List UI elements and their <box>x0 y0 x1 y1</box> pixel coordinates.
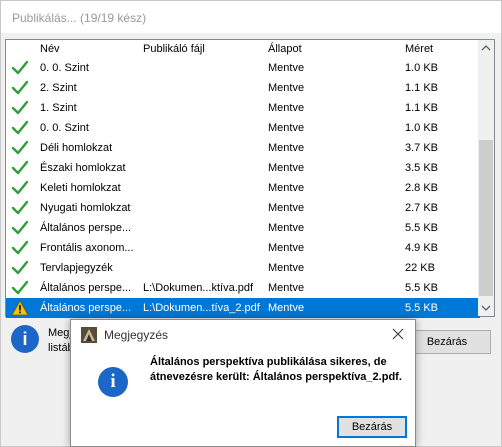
row-size: 3.5 KB <box>405 162 439 174</box>
row-name: Általános perspe... <box>40 282 132 294</box>
publish-list[interactable]: Név Publikáló fájl Állapot Méret 0. 0. S… <box>5 39 495 318</box>
check-icon <box>11 220 29 236</box>
table-row[interactable]: Északi homlokzat Mentve 3.5 KB <box>6 158 480 178</box>
row-name: Déli homlokzat <box>40 142 113 154</box>
row-state: Mentve <box>268 202 305 214</box>
row-name: Általános perspe... <box>40 302 132 314</box>
row-size: 1.0 KB <box>405 122 439 134</box>
row-name: 1. Szint <box>40 102 77 114</box>
row-name: 0. 0. Szint <box>40 62 89 74</box>
table-row[interactable]: Nyugati homlokzat Mentve 2.7 KB <box>6 198 480 218</box>
vertical-scrollbar[interactable] <box>478 40 494 316</box>
row-state: Mentve <box>268 82 305 94</box>
check-icon <box>11 60 29 76</box>
row-state: Mentve <box>268 142 305 154</box>
check-icon <box>11 100 29 116</box>
table-row[interactable]: Frontális axonom... Mentve 4.9 KB <box>6 238 480 258</box>
row-name: 2. Szint <box>40 82 77 94</box>
row-name: Nyugati homlokzat <box>40 202 131 214</box>
list-header: Név Publikáló fájl Állapot Méret <box>6 40 480 58</box>
table-row[interactable]: Tervlapjegyzék Mentve 22 KB <box>6 258 480 278</box>
dialog-titlebar: Megjegyzés <box>71 320 415 349</box>
row-size: 2.7 KB <box>405 202 439 214</box>
row-state: Mentve <box>268 282 305 294</box>
row-size: 1.1 KB <box>405 82 439 94</box>
column-header-file[interactable]: Publikáló fájl <box>143 43 205 55</box>
row-name: Tervlapjegyzék <box>40 262 113 274</box>
close-icon[interactable] <box>390 326 406 342</box>
info-icon: i <box>11 325 39 353</box>
table-row[interactable]: Általános perspe... L:\Dokumen...ktíva.pd… <box>6 278 480 298</box>
row-name: Keleti homlokzat <box>40 182 121 194</box>
row-size: 22 KB <box>405 262 435 274</box>
check-icon <box>11 120 29 136</box>
row-name: 0. 0. Szint <box>40 122 89 134</box>
close-button[interactable]: Bezárás <box>403 330 491 354</box>
dialog-message: Általános perspektíva publikálása sikere… <box>150 356 402 383</box>
scroll-up-arrow-icon[interactable] <box>478 40 494 57</box>
warning-icon <box>11 300 29 316</box>
row-state: Mentve <box>268 262 305 274</box>
row-name: Általános perspe... <box>40 222 132 234</box>
note-dialog: Megjegyzés i Általános perspektíva publi… <box>70 319 416 447</box>
row-state: Mentve <box>268 242 305 254</box>
table-row[interactable]: 2. Szint Mentve 1.1 KB <box>6 78 480 98</box>
table-row[interactable]: Keleti homlokzat Mentve 2.8 KB <box>6 178 480 198</box>
row-size: 1.1 KB <box>405 102 439 114</box>
check-icon <box>11 280 29 296</box>
table-row[interactable]: 0. 0. Szint Mentve 1.0 KB <box>6 118 480 138</box>
row-file: L:\Dokumen...ktíva.pdf <box>143 282 254 294</box>
check-icon <box>11 200 29 216</box>
column-header-state[interactable]: Állapot <box>268 43 302 55</box>
row-size: 3.7 KB <box>405 142 439 154</box>
column-header-name[interactable]: Név <box>40 43 60 55</box>
info-icon: i <box>98 367 128 397</box>
check-icon <box>11 140 29 156</box>
row-state: Mentve <box>268 102 305 114</box>
row-size: 5.5 KB <box>405 222 439 234</box>
table-row[interactable]: Déli homlokzat Mentve 3.7 KB <box>6 138 480 158</box>
table-row[interactable]: 0. 0. Szint Mentve 1.0 KB <box>6 58 480 78</box>
check-icon <box>11 180 29 196</box>
row-name: Frontális axonom... <box>40 242 134 254</box>
window-title: Publikálás... (19/19 kész) <box>12 11 147 25</box>
window-titlebar: Publikálás... (19/19 kész) <box>1 1 501 33</box>
app-icon <box>81 327 97 343</box>
row-size: 5.5 KB <box>405 282 439 294</box>
row-state: Mentve <box>268 62 305 74</box>
row-size: 5.5 KB <box>405 302 439 314</box>
row-name: Északi homlokzat <box>40 162 126 174</box>
table-row[interactable]: 1. Szint Mentve 1.1 KB <box>6 98 480 118</box>
row-state: Mentve <box>268 182 305 194</box>
row-state: Mentve <box>268 222 305 234</box>
column-header-size[interactable]: Méret <box>405 43 433 55</box>
row-size: 4.9 KB <box>405 242 439 254</box>
scroll-down-arrow-icon[interactable] <box>478 299 494 316</box>
row-size: 2.8 KB <box>405 182 439 194</box>
row-file: L:\Dokumen...tíva_2.pdf <box>143 302 260 314</box>
dialog-close-button[interactable]: Bezárás <box>337 416 407 438</box>
row-state: Mentve <box>268 302 305 314</box>
row-size: 1.0 KB <box>405 62 439 74</box>
check-icon <box>11 260 29 276</box>
row-state: Mentve <box>268 122 305 134</box>
table-row[interactable]: Általános perspe... Mentve 5.5 KB <box>6 218 480 238</box>
dialog-body: i Általános perspektíva publikálása sike… <box>71 349 415 446</box>
scrollbar-thumb[interactable] <box>479 140 493 296</box>
dialog-title: Megjegyzés <box>104 328 169 342</box>
check-icon <box>11 240 29 256</box>
table-row[interactable]: Általános perspe... L:\Dokumen...tíva_2.p… <box>6 298 480 318</box>
check-icon <box>11 80 29 96</box>
row-state: Mentve <box>268 162 305 174</box>
check-icon <box>11 160 29 176</box>
